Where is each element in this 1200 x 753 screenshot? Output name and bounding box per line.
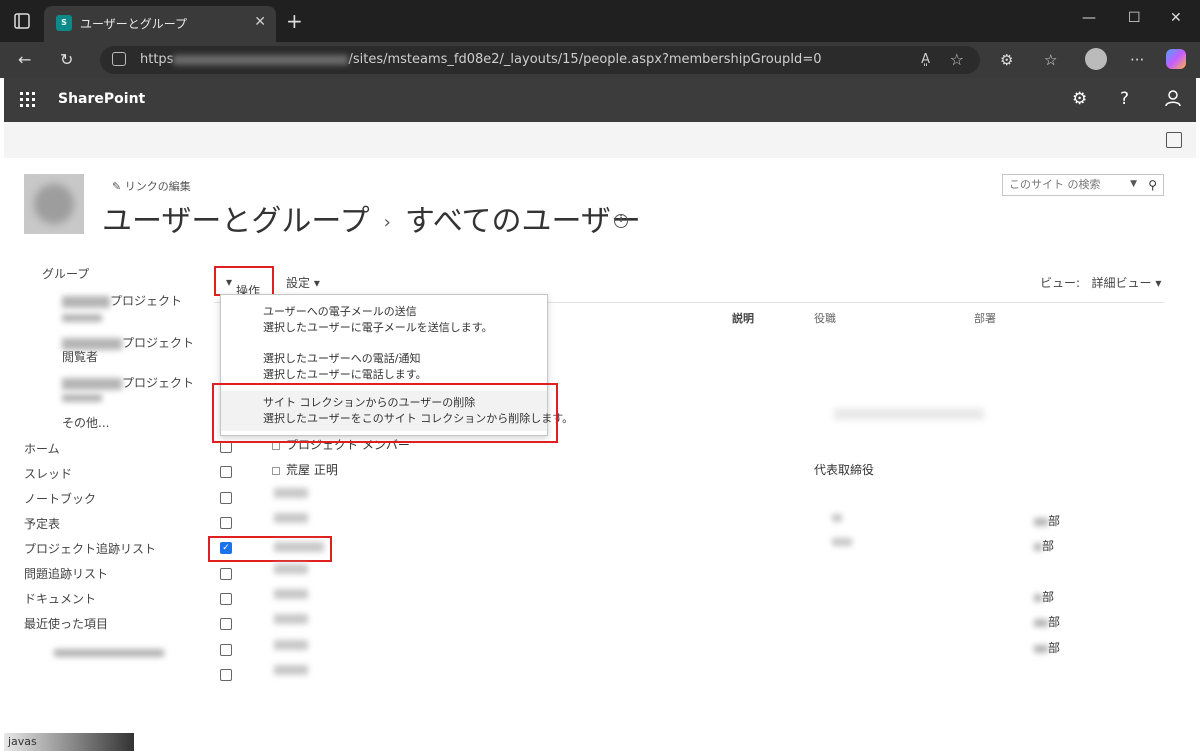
- sharepoint-favicon-icon: S: [56, 15, 72, 31]
- tab-close-icon[interactable]: ✕: [254, 14, 266, 30]
- column-description[interactable]: 説明: [732, 310, 754, 326]
- nav-item-project-tracking[interactable]: プロジェクト追跡リスト: [24, 540, 156, 557]
- extensions-icon[interactable]: ⚙: [1000, 51, 1013, 69]
- search-icon[interactable]: ⚲: [1148, 178, 1157, 192]
- nav-blur-item: [54, 645, 164, 659]
- browser-toolbar: ← ↻ https/sites/msteams_fd08e2/_layouts/…: [0, 42, 1200, 78]
- minimize-icon[interactable]: —: [1082, 10, 1096, 26]
- row-checkbox[interactable]: [220, 466, 232, 478]
- nav-item-calendar[interactable]: 予定表: [24, 515, 60, 532]
- favorite-star-icon[interactable]: ☆: [950, 50, 964, 69]
- more-options-icon[interactable]: ···: [1130, 51, 1144, 69]
- row-department-cell: 部: [1034, 537, 1054, 554]
- nav-item-issue-tracking[interactable]: 問題追跡リスト: [24, 565, 108, 582]
- sharepoint-brand[interactable]: SharePoint: [58, 91, 145, 107]
- edit-links-link[interactable]: ✎ リンクの編集: [112, 178, 191, 194]
- new-tab-icon[interactable]: +: [286, 9, 303, 33]
- info-icon[interactable]: i: [614, 214, 628, 228]
- row-checkbox[interactable]: [220, 492, 232, 504]
- back-icon[interactable]: ←: [18, 50, 31, 69]
- nav-group-1[interactable]: プロジェクト: [62, 292, 182, 309]
- refresh-icon[interactable]: ↻: [60, 50, 73, 69]
- row-blurred-name: [274, 564, 308, 574]
- settings-gear-icon[interactable]: ⚙: [1072, 89, 1087, 109]
- focus-on-content-icon[interactable]: [1166, 132, 1182, 148]
- status-bar: javas: [4, 733, 134, 751]
- row-checkbox[interactable]: [220, 593, 232, 605]
- row-name-user[interactable]: 荒屋 正明: [272, 461, 338, 478]
- address-bar[interactable]: https/sites/msteams_fd08e2/_layouts/15/p…: [100, 46, 980, 74]
- nav-group-3-blur: [62, 390, 102, 404]
- nav-group-1-blur: [62, 310, 102, 324]
- title-sub: すべてのユーザー: [404, 204, 641, 239]
- close-window-icon[interactable]: ✕: [1170, 10, 1182, 26]
- row-blurred-name: [274, 589, 308, 599]
- column-department[interactable]: 部署: [974, 310, 996, 326]
- settings-menu-button[interactable]: 設定 ▾: [286, 274, 320, 291]
- ribbon-subbar: [4, 122, 1196, 158]
- search-input[interactable]: [1009, 178, 1119, 191]
- row-blurred-name: [274, 513, 308, 523]
- maximize-icon[interactable]: ☐: [1128, 10, 1141, 26]
- row-blurred-name: [274, 640, 308, 650]
- browser-profile-avatar[interactable]: [1085, 48, 1107, 70]
- row-blurred-name: [274, 665, 308, 675]
- read-aloud-icon[interactable]: A͈: [921, 52, 930, 67]
- remove-user-highlight: [212, 383, 558, 443]
- row-checkbox[interactable]: [220, 568, 232, 580]
- nav-groups-heading[interactable]: グループ: [42, 265, 89, 282]
- row-checkbox[interactable]: [220, 644, 232, 656]
- row-blurred-name: [274, 542, 324, 552]
- actions-menu-button[interactable]: 操作 ▾: [214, 266, 274, 298]
- breadcrumb-separator: ›: [383, 212, 391, 233]
- url-text: https/sites/msteams_fd08e2/_layouts/15/p…: [140, 52, 822, 67]
- page-content: ✎ リンクの編集 ユーザーとグループ › すべてのユーザー i ▼ ⚲ グループ プ…: [4, 158, 1196, 753]
- title-main[interactable]: ユーザーとグループ: [102, 204, 370, 239]
- blurred-info: [832, 514, 842, 522]
- site-search-box[interactable]: ▼ ⚲: [1002, 174, 1164, 196]
- row-blurred-name: [274, 614, 308, 624]
- row-checkbox[interactable]: [220, 618, 232, 630]
- row-department-cell: 部: [1034, 639, 1060, 656]
- column-title[interactable]: 役職: [814, 310, 836, 326]
- row-blurred-name: [274, 488, 308, 498]
- page-title: ユーザーとグループ › すべてのユーザー: [102, 196, 641, 240]
- row-checkbox[interactable]: [220, 669, 232, 681]
- nav-visitors[interactable]: 閲覧者: [62, 348, 98, 365]
- nav-item-threads[interactable]: スレッド: [24, 465, 72, 482]
- nav-item-recent[interactable]: 最近使った項目: [24, 615, 108, 632]
- nav-more[interactable]: その他...: [62, 414, 109, 431]
- search-scope-dropdown-icon[interactable]: ▼: [1130, 179, 1137, 189]
- browser-tab-active[interactable]: S ユーザーとグループ ✕: [44, 6, 276, 42]
- user-account-icon[interactable]: [1164, 89, 1182, 112]
- site-logo[interactable]: [24, 174, 84, 234]
- blurred-info: [834, 408, 984, 420]
- browser-tabbar: S ユーザーとグループ ✕ + — ☐ ✕: [0, 0, 1200, 42]
- row-department-cell: 部: [1034, 613, 1060, 630]
- nav-item-notebook[interactable]: ノートブック: [24, 490, 96, 507]
- nav-item-home[interactable]: ホーム: [24, 440, 60, 457]
- row-department-cell: 部: [1034, 512, 1060, 529]
- lock-icon: [112, 52, 126, 66]
- tab-actions-icon[interactable]: [12, 11, 32, 31]
- blurred-info: [832, 538, 852, 546]
- nav-group-3[interactable]: プロジェクト: [62, 374, 194, 391]
- help-icon[interactable]: ?: [1120, 89, 1129, 109]
- row-checkbox[interactable]: [220, 517, 232, 529]
- suite-bar: SharePoint ⚙ ?: [4, 78, 1196, 122]
- favorites-icon[interactable]: ☆: [1044, 51, 1057, 69]
- view-selector[interactable]: ビュー: 詳細ビュー ▾: [1040, 274, 1161, 291]
- row-department-cell: 部: [1034, 588, 1054, 605]
- nav-item-documents[interactable]: ドキュメント: [24, 590, 96, 607]
- copilot-icon[interactable]: [1166, 49, 1186, 69]
- menu-item-send-email[interactable]: ユーザーへの電子メールの送信 選択したユーザーに電子メールを送信します。: [221, 300, 547, 340]
- tab-title: ユーザーとグループ: [80, 17, 188, 31]
- app-launcher-icon[interactable]: [20, 92, 36, 108]
- menu-item-call-notify[interactable]: 選択したユーザーへの電話/通知 選択したユーザーに電話します。: [221, 347, 547, 387]
- row-title-cell: 代表取締役: [814, 463, 875, 477]
